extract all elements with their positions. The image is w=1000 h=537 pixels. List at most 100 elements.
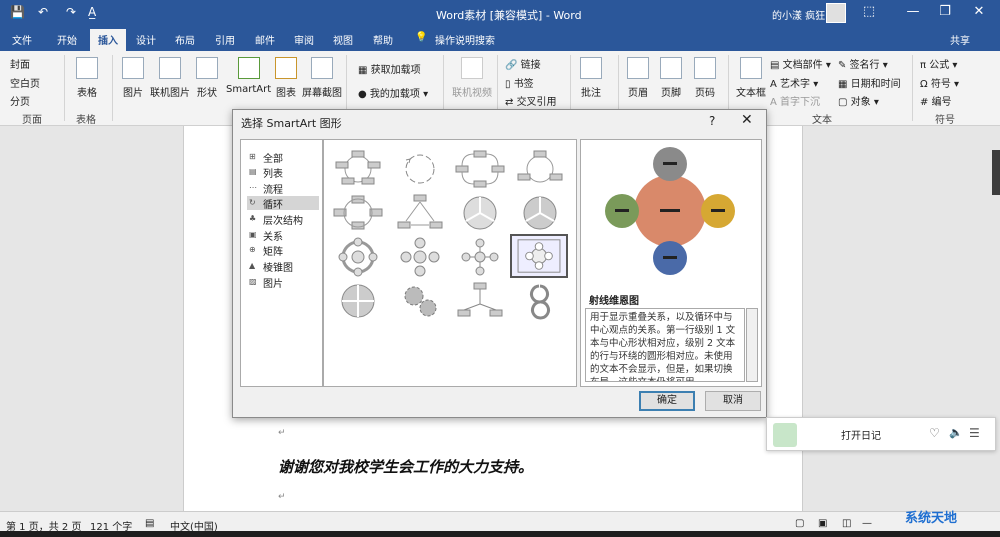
tab-layout[interactable]: 布局 <box>175 32 195 47</box>
link-button[interactable]: 🔗 链接 <box>505 56 541 71</box>
avatar[interactable] <box>826 3 846 23</box>
layout-gear[interactable] <box>330 236 386 278</box>
save-icon[interactable]: 💾 <box>10 5 25 19</box>
tab-insert[interactable]: 插入 <box>90 29 126 51</box>
ribbon-options-icon[interactable]: ⬚ <box>854 4 884 19</box>
user-name[interactable]: 的小漾 疯狂 <box>772 7 825 22</box>
gear-icon <box>404 286 437 317</box>
layout-radial-venn[interactable] <box>510 234 568 278</box>
layout-hub[interactable] <box>452 280 508 322</box>
drop-cap-button[interactable]: A 首字下沉 <box>770 93 820 108</box>
get-addins-button[interactable]: ▦ 获取加载项 <box>358 61 421 76</box>
undo-icon[interactable]: ↶ <box>38 5 48 19</box>
category-cycle[interactable]: ↻ 循环 <box>247 196 319 211</box>
online-video-button[interactable]: 联机视频 <box>452 57 492 99</box>
comment-button[interactable]: 批注 <box>580 57 602 99</box>
layout-circle-arrows[interactable] <box>512 280 568 322</box>
format-painter-icon[interactable]: A̲ <box>88 5 96 19</box>
diary-popup[interactable]: 打开日记 ♡ 🔈 ☰ <box>766 417 996 451</box>
category-all[interactable]: ⊞ 全部 <box>247 150 319 165</box>
online-picture-button[interactable]: 联机图片 <box>150 57 190 99</box>
layout-pie-cycle[interactable] <box>512 192 568 234</box>
layout-basic-cycle[interactable] <box>330 148 386 190</box>
layout-continuous-cycle[interactable] <box>330 192 386 234</box>
category-matrix[interactable]: ⊕ 矩阵 <box>247 243 319 258</box>
category-pyramid[interactable]: ▲ 棱锥图 <box>247 259 319 274</box>
chart-button[interactable]: 图表 <box>275 57 297 99</box>
equation-button[interactable]: π 公式 ▾ <box>920 56 957 71</box>
layout-segmented-cycle[interactable] <box>452 192 508 234</box>
bookmark-button[interactable]: ▯ 书签 <box>505 75 534 90</box>
tab-review[interactable]: 审阅 <box>294 32 314 47</box>
heart-icon[interactable]: ♡ <box>929 426 940 440</box>
quick-parts-button[interactable]: ▤ 文档部件 ▾ <box>770 56 831 71</box>
layout-text-cycle[interactable] <box>392 148 448 190</box>
category-hierarchy[interactable]: ♣ 层次结构 <box>247 212 319 227</box>
read-mode-icon[interactable]: ▢ <box>795 518 804 529</box>
smartart-button[interactable]: SmartArt <box>226 57 271 95</box>
tab-home[interactable]: 开始 <box>57 32 77 47</box>
layout-nondirectional-cycle[interactable] <box>512 148 568 190</box>
help-button[interactable]: ? <box>709 114 715 128</box>
print-layout-icon[interactable]: ▣ <box>818 518 827 529</box>
page-break-button[interactable]: 分页 <box>10 93 30 108</box>
close-button[interactable]: ✕ <box>964 4 994 19</box>
picture-button[interactable]: 图片 <box>122 57 144 99</box>
vertical-scrollbar[interactable] <box>992 150 1000 195</box>
group-label-pages: 页面 <box>22 115 42 126</box>
picture-label: 图片 <box>123 88 143 99</box>
layout-cycle-matrix[interactable] <box>330 280 386 322</box>
category-picture[interactable]: ▨ 图片 <box>247 275 319 290</box>
layout-radial-cycle[interactable] <box>392 236 448 278</box>
zoom-out-icon[interactable]: — <box>862 518 872 529</box>
dialog-close-button[interactable]: ✕ <box>741 112 753 128</box>
tab-mailings[interactable]: 邮件 <box>255 32 275 47</box>
wordart-button[interactable]: A 艺术字 ▾ <box>770 75 818 90</box>
footer-button[interactable]: 页脚 <box>660 57 682 99</box>
textbox-button[interactable]: 文本框 <box>736 57 766 99</box>
tab-references[interactable]: 引用 <box>215 32 235 47</box>
blank-page-button[interactable]: 空白页 <box>10 75 40 90</box>
screenshot-icon <box>311 57 333 79</box>
table-button[interactable]: 表格 <box>76 57 98 99</box>
tab-file[interactable]: 文件 <box>12 32 32 47</box>
layout-multidirectional-cycle[interactable] <box>392 192 448 234</box>
number-button[interactable]: # 编号 <box>920 93 952 108</box>
cycle-matrix-icon <box>338 237 378 277</box>
date-time-button[interactable]: ▦ 日期和时间 <box>838 75 901 90</box>
category-process[interactable]: ⋯ 流程 <box>247 181 319 196</box>
share-button[interactable]: 共享 <box>950 32 970 47</box>
screenshot-button[interactable]: 屏幕截图 <box>302 57 342 99</box>
document-text-line[interactable]: 谢谢您对我校学生会工作的大力支持。 <box>278 456 533 477</box>
signature-line-button[interactable]: ✎ 签名行 ▾ <box>838 56 888 71</box>
my-addins-button[interactable]: ● 我的加载项 ▾ <box>358 85 428 100</box>
tab-view[interactable]: 视图 <box>333 32 353 47</box>
category-relationship[interactable]: ▣ 关系 <box>247 228 319 243</box>
minimize-button[interactable]: — <box>898 4 928 19</box>
layout-gear-2[interactable] <box>392 280 448 322</box>
header-button[interactable]: 页眉 <box>627 57 649 99</box>
shapes-button[interactable]: 形状 <box>196 57 218 99</box>
description-scrollbar[interactable] <box>746 308 758 382</box>
layout-block-cycle[interactable] <box>452 148 508 190</box>
menu-icon[interactable]: ☰ <box>969 426 980 440</box>
object-button[interactable]: ▢ 对象 ▾ <box>838 93 879 108</box>
tell-me-search[interactable]: 操作说明搜索 <box>435 32 495 47</box>
cancel-button[interactable]: 取消 <box>705 391 761 411</box>
proofing-icon[interactable]: ▤ <box>145 518 154 529</box>
number-label: 编号 <box>931 97 952 108</box>
restore-button[interactable]: ❐ <box>930 4 960 19</box>
category-label: 图片 <box>263 279 283 290</box>
tab-help[interactable]: 帮助 <box>373 32 393 47</box>
category-list-item[interactable]: ▤ 列表 <box>247 165 319 180</box>
volume-icon[interactable]: 🔈 <box>949 426 963 439</box>
cross-reference-button[interactable]: ⇄ 交叉引用 <box>505 93 557 108</box>
symbol-button[interactable]: Ω 符号 ▾ <box>920 75 959 90</box>
page-number-button[interactable]: 页码 <box>694 57 716 99</box>
layout-radial-cluster[interactable] <box>452 236 508 278</box>
web-layout-icon[interactable]: ◫ <box>842 518 851 529</box>
ok-button[interactable]: 确定 <box>639 391 695 411</box>
cover-page-button[interactable]: 封面 <box>10 56 30 71</box>
redo-icon[interactable]: ↷ <box>66 5 76 19</box>
tab-design[interactable]: 设计 <box>136 32 156 47</box>
